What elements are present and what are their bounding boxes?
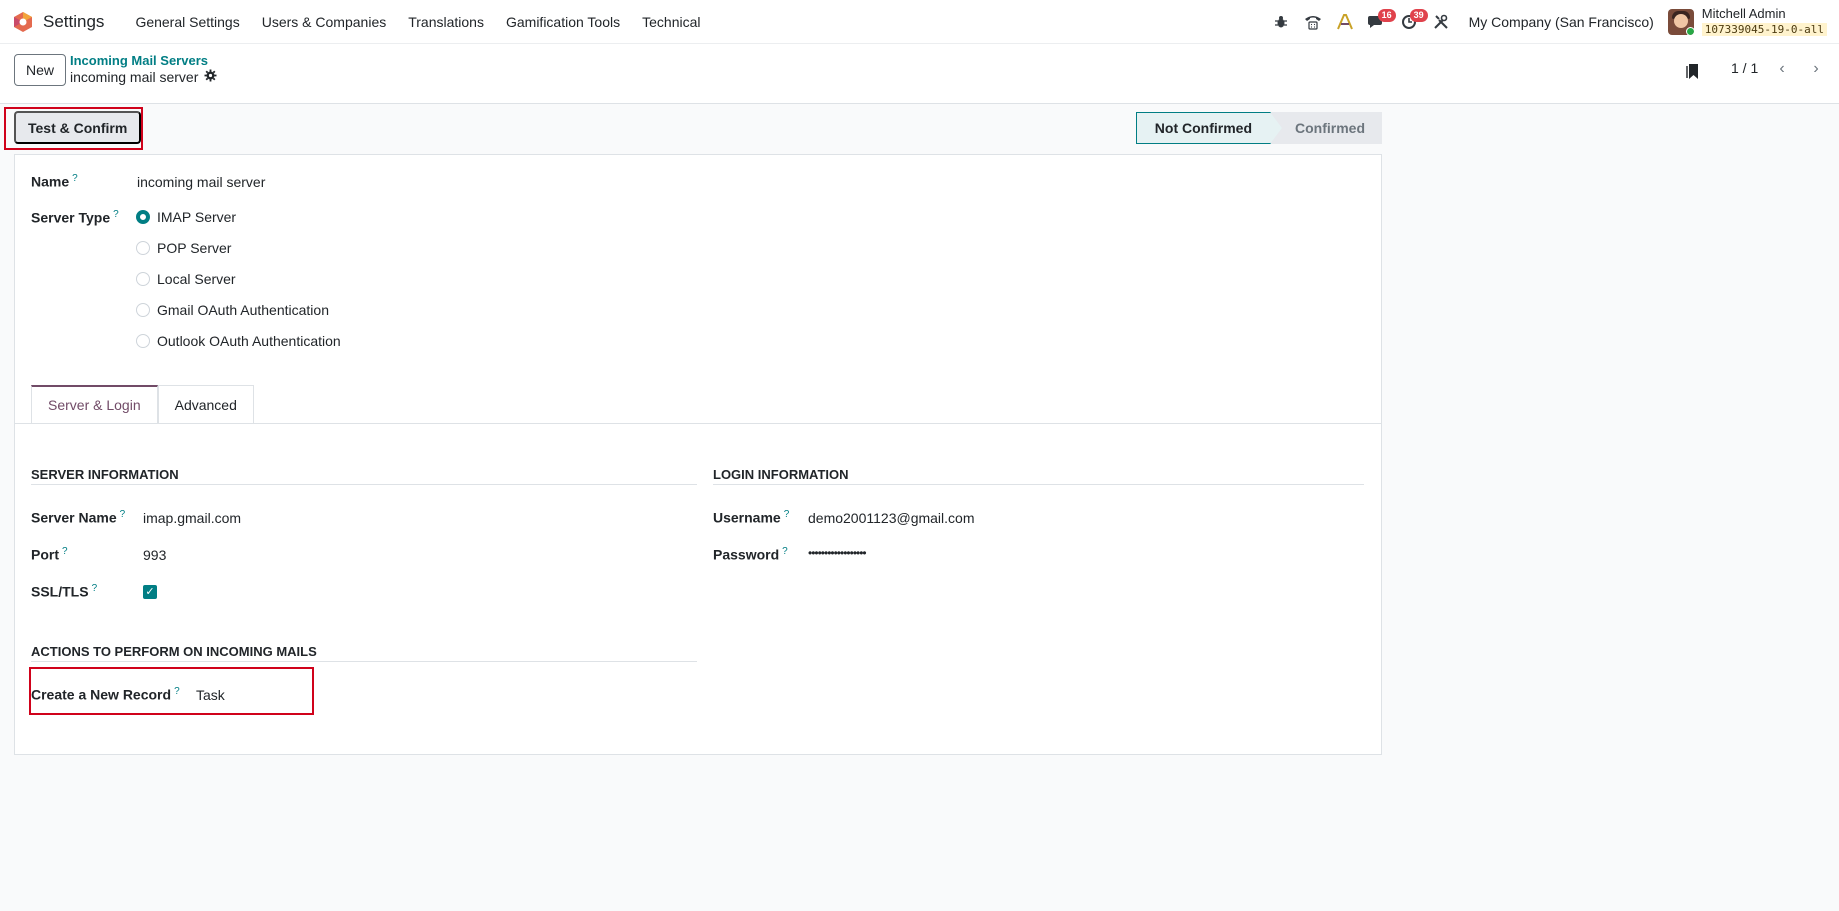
bug-icon[interactable]	[1265, 0, 1297, 44]
menu-general-settings[interactable]: General Settings	[124, 14, 250, 30]
database-tag: 107339045-19-0-all	[1701, 22, 1827, 36]
ssl-label: SSL/TLS?	[31, 583, 98, 600]
stage-confirmed-label: Confirmed	[1295, 120, 1365, 136]
user-name: Mitchell Admin	[1701, 5, 1786, 21]
tab-advanced[interactable]: Advanced	[157, 385, 254, 423]
help-icon: ?	[783, 509, 790, 520]
stage-selector: Not Confirmed Confirmed	[1135, 112, 1382, 144]
username-label: Username?	[713, 509, 790, 526]
help-icon: ?	[62, 546, 68, 557]
ssl-checkbox[interactable]: ✓	[143, 585, 157, 599]
help-icon: ?	[91, 583, 98, 594]
menu-technical[interactable]: Technical	[631, 14, 711, 30]
port-field[interactable]: 993	[143, 547, 166, 563]
create-record-label: Create a New Record?	[31, 686, 180, 703]
stage-confirmed[interactable]: Confirmed	[1271, 112, 1382, 144]
help-icon: ?	[72, 173, 78, 184]
radio-local-server[interactable]: Local Server	[136, 271, 236, 287]
app-name[interactable]: Settings	[43, 12, 104, 32]
tools-icon[interactable]	[1425, 0, 1457, 44]
form-statusbar: Test & Confirm Not Confirmed Confirmed	[14, 108, 1382, 148]
clock-icon[interactable]: 39	[1393, 0, 1428, 44]
server-type-label: Server Type?	[31, 209, 119, 226]
breadcrumb-current: incoming mail server	[70, 69, 217, 85]
name-field[interactable]: incoming mail server	[137, 174, 265, 190]
password-field[interactable]: ••••••••••••••••••	[808, 546, 867, 560]
radio-outlook-oauth[interactable]: Outlook OAuth Authentication	[136, 333, 341, 349]
user-avatar[interactable]	[1667, 8, 1694, 35]
menu-users-companies[interactable]: Users & Companies	[251, 14, 398, 30]
bookmark-icon[interactable]	[1686, 62, 1700, 80]
menu-gamification-tools[interactable]: Gamification Tools	[495, 14, 631, 30]
name-label: Name?	[31, 173, 78, 190]
server-info-title: SERVER INFORMATION	[31, 467, 179, 482]
username-field[interactable]: demo2001123@gmail.com	[808, 510, 975, 526]
main-menu: General Settings Users & Companies Trans…	[124, 14, 711, 30]
server-name-label: Server Name?	[31, 509, 126, 526]
phone-icon[interactable]	[1297, 0, 1329, 44]
password-label: Password?	[713, 546, 788, 563]
record-title: incoming mail server	[70, 69, 199, 85]
stage-not-confirmed-label: Not Confirmed	[1154, 120, 1252, 136]
chat-icon[interactable]: 16	[1361, 0, 1396, 44]
online-status-icon	[1685, 26, 1694, 35]
company-switcher[interactable]: My Company (San Francisco)	[1469, 14, 1654, 30]
pager-value[interactable]: 1 / 1	[1731, 60, 1758, 76]
control-panel: New Incoming Mail Servers incoming mail …	[0, 44, 1839, 104]
radio-pop-server[interactable]: POP Server	[136, 240, 231, 256]
tab-server-login[interactable]: Server & Login	[31, 385, 158, 423]
notebook-tabs: Server & Login Advanced	[31, 385, 254, 423]
server-name-field[interactable]: imap.gmail.com	[143, 510, 241, 526]
help-icon: ?	[113, 209, 119, 220]
port-label: Port?	[31, 546, 68, 563]
help-icon: ?	[119, 509, 126, 520]
pager-next-icon[interactable]: ›	[1802, 54, 1830, 84]
pager-previous-icon[interactable]: ‹	[1768, 54, 1796, 84]
gear-icon[interactable]	[204, 69, 217, 85]
form-sheet: Name? incoming mail server Server Type? …	[14, 154, 1382, 755]
new-button[interactable]: New	[14, 54, 66, 86]
actions-title: ACTIONS TO PERFORM ON INCOMING MAILS	[31, 644, 317, 659]
radio-gmail-oauth[interactable]: Gmail OAuth Authentication	[136, 302, 329, 318]
app-logo-icon[interactable]	[12, 11, 34, 33]
breadcrumb-parent[interactable]: Incoming Mail Servers	[70, 53, 208, 68]
radio-imap-server[interactable]: IMAP Server	[136, 209, 236, 225]
top-navbar: Settings General Settings Users & Compan…	[0, 0, 1839, 44]
create-record-field[interactable]: Task	[196, 687, 225, 703]
ai-icon[interactable]	[1329, 0, 1361, 44]
user-menu[interactable]: Mitchell Admin 107339045-19-0-all	[1701, 5, 1827, 37]
test-confirm-button[interactable]: Test & Confirm	[14, 111, 142, 144]
login-info-title: LOGIN INFORMATION	[713, 467, 849, 482]
help-icon: ?	[174, 686, 180, 697]
menu-translations[interactable]: Translations	[397, 14, 495, 30]
stage-not-confirmed[interactable]: Not Confirmed	[1135, 112, 1282, 144]
help-icon: ?	[782, 546, 788, 557]
